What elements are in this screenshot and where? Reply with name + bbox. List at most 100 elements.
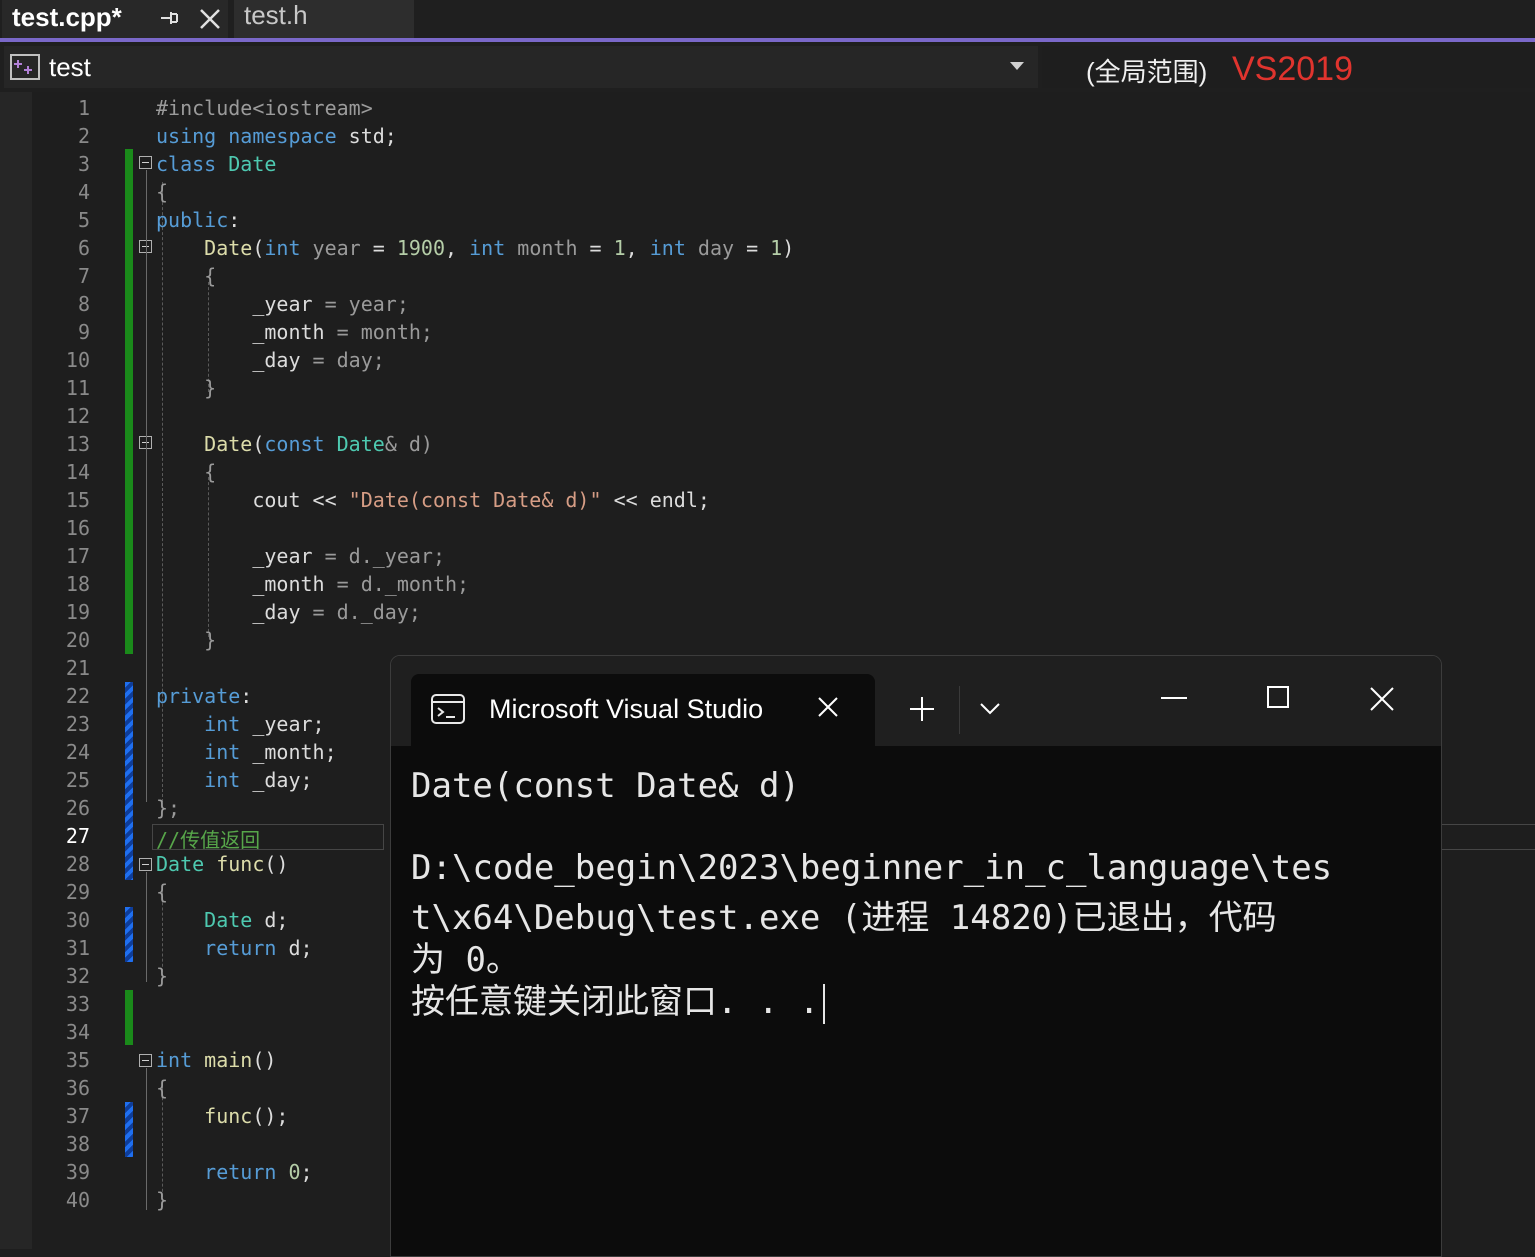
- code-line: }: [156, 628, 217, 652]
- line-number: 9: [77, 320, 90, 344]
- token: ,: [625, 236, 650, 260]
- token: _year: [156, 544, 313, 568]
- token: int: [156, 712, 241, 736]
- change-bar-unsaved: [125, 1102, 133, 1157]
- console-title: Microsoft Visual Studio: [489, 694, 764, 724]
- code-line: };: [156, 796, 181, 820]
- token: _month;: [240, 740, 337, 764]
- line-number: 8: [77, 292, 90, 316]
- code-line: cout << "Date(const Date& d)" << endl;: [156, 488, 710, 512]
- line-number: 33: [65, 992, 90, 1016]
- token: private: [156, 684, 241, 708]
- code-line: Date(int year = 1900, int month = 1, int…: [156, 236, 794, 260]
- token: "Date(const Date& d)": [348, 488, 602, 512]
- code-line: using namespace std;: [156, 124, 397, 148]
- chevron-down-icon[interactable]: [979, 702, 1001, 716]
- line-number: 13: [65, 432, 90, 456]
- token: 1900: [396, 236, 446, 260]
- minimize-icon[interactable]: [1161, 696, 1187, 700]
- token: = d._day;: [300, 600, 421, 624]
- project-name: test: [49, 52, 91, 82]
- tab-test-cpp[interactable]: test.cpp*: [2, 0, 228, 38]
- line-number: 10: [65, 348, 90, 372]
- fold-toggle[interactable]: [139, 156, 152, 169]
- debug-console-window[interactable]: Microsoft Visual Studio Date(const Date&…: [390, 655, 1442, 1257]
- token: cout <<: [156, 488, 349, 512]
- code-line: _month = d._month;: [156, 572, 469, 596]
- project-icon: [10, 54, 40, 80]
- scope-dropdown[interactable]: (全局范围) VS2019: [1042, 46, 1535, 88]
- console-line: D:\code_begin\2023\beginner_in_c_languag…: [411, 848, 1333, 888]
- token: :: [228, 208, 241, 232]
- code-line: _year = year;: [156, 292, 409, 316]
- line-number: 31: [65, 936, 90, 960]
- line-number: 36: [65, 1076, 90, 1100]
- code-line: {: [156, 264, 217, 288]
- text-cursor: [823, 983, 826, 1024]
- code-line: {: [156, 180, 169, 204]
- token: Date: [324, 432, 385, 456]
- code-line: int _month;: [156, 740, 337, 764]
- close-icon[interactable]: [1369, 686, 1395, 712]
- cmd-icon: [431, 694, 465, 724]
- token: Date: [216, 152, 277, 176]
- change-bar-unsaved: [125, 682, 133, 880]
- line-number: 32: [65, 964, 90, 988]
- maximize-icon[interactable]: [1267, 686, 1289, 708]
- token: (: [252, 236, 265, 260]
- line-number: 5: [77, 208, 90, 232]
- token: int: [156, 740, 241, 764]
- token: Date: [156, 852, 205, 876]
- token: main: [192, 1048, 253, 1072]
- console-titlebar[interactable]: Microsoft Visual Studio: [391, 656, 1441, 746]
- tab-test-h[interactable]: test.h: [234, 0, 414, 38]
- token: = year;: [312, 292, 409, 316]
- token: =: [734, 236, 771, 260]
- line-number: 37: [65, 1104, 90, 1128]
- plus-icon[interactable]: [909, 696, 935, 722]
- code-line: {: [156, 460, 217, 484]
- line-number: 19: [65, 600, 90, 624]
- console-tab[interactable]: Microsoft Visual Studio: [411, 674, 875, 746]
- token: int: [264, 236, 301, 260]
- code-line: }: [156, 964, 169, 988]
- token: = d._year;: [312, 544, 445, 568]
- current-line-highlight: [1438, 824, 1535, 850]
- fold-toggle[interactable]: [139, 1054, 152, 1067]
- glyph-margin: [0, 92, 32, 1249]
- line-number: 16: [65, 516, 90, 540]
- line-number: 39: [65, 1160, 90, 1184]
- token: using namespace: [156, 124, 337, 148]
- close-icon[interactable]: [197, 6, 223, 32]
- code-line: private:: [156, 684, 252, 708]
- token: d;: [276, 936, 313, 960]
- token: 0: [288, 1160, 301, 1184]
- code-line: Date(const Date& d): [156, 432, 433, 456]
- line-number: 11: [65, 376, 90, 400]
- pin-icon[interactable]: [157, 6, 181, 30]
- line-number: 18: [65, 572, 90, 596]
- line-number-current: 27: [65, 824, 90, 848]
- fold-toggle[interactable]: [139, 858, 152, 871]
- code-line-comment: //传值返回: [156, 828, 261, 852]
- line-number: 2: [77, 124, 90, 148]
- project-dropdown[interactable]: test: [4, 46, 1038, 88]
- code-line: _month = month;: [156, 320, 433, 344]
- line-number: 17: [65, 544, 90, 568]
- line-number: 1: [77, 96, 90, 120]
- line-number: 21: [65, 656, 90, 680]
- line-number: 25: [65, 768, 90, 792]
- code-line: }: [156, 376, 217, 400]
- token: :: [240, 684, 253, 708]
- token: = day;: [300, 348, 385, 372]
- token: ,: [445, 236, 470, 260]
- close-icon[interactable]: [815, 694, 841, 720]
- line-number: 35: [65, 1048, 90, 1072]
- code-line: {: [156, 1076, 169, 1100]
- line-number: 3: [77, 152, 90, 176]
- token: public: [156, 208, 229, 232]
- token: _month: [156, 572, 325, 596]
- token: func: [204, 852, 265, 876]
- titlebar-separator: [959, 686, 960, 734]
